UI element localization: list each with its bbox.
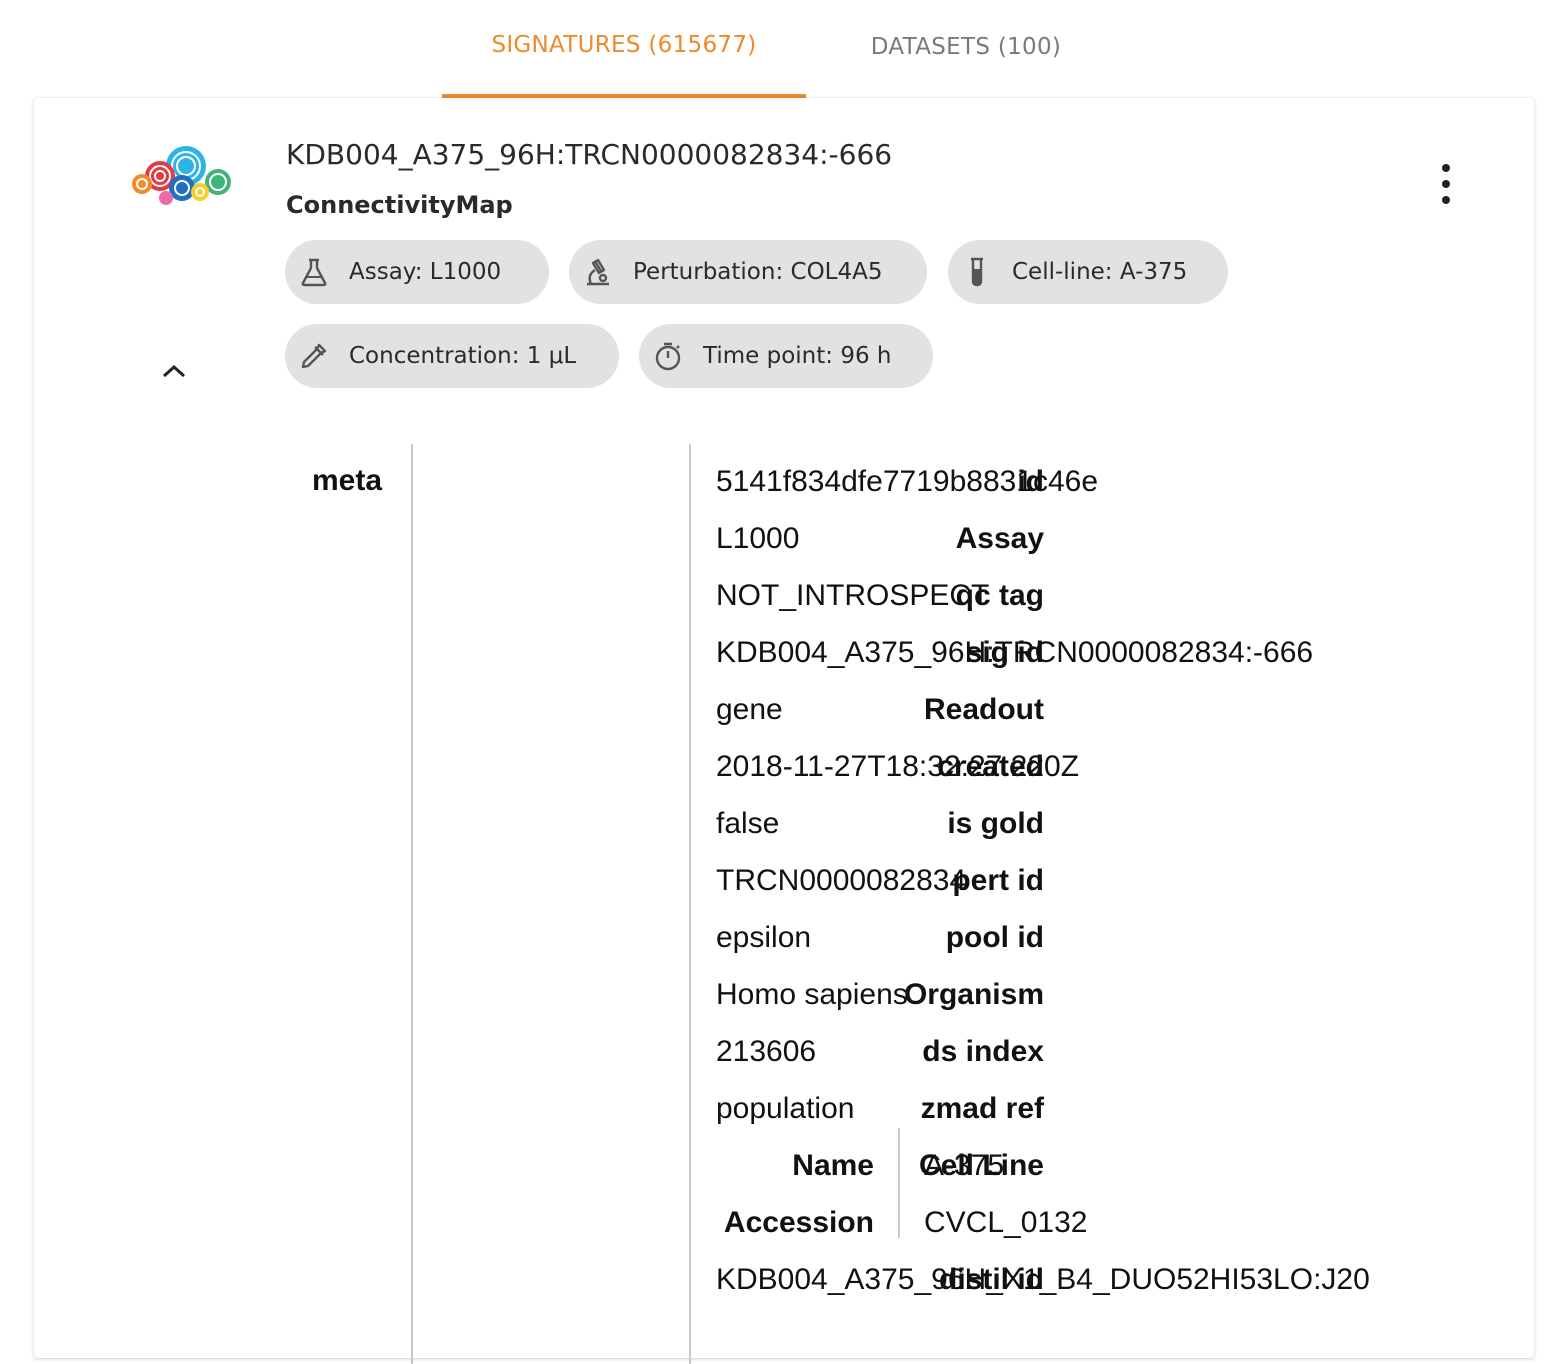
meta-value: epsilon [716,921,812,954]
cell-line-key: Name [792,1149,874,1182]
meta-key: pool id [945,921,1044,954]
meta-row-sig-id: sig id KDB004_A375_96H:TRCN0000082834:-6… [414,636,1514,693]
tab-signatures[interactable]: SIGNATURES (615677) [442,0,806,98]
meta-value: 213606 [716,1035,817,1068]
chip-label: Concentration: 1 μL [349,343,577,369]
meta-row-pool-id: pool id epsilon [414,921,1514,978]
cell-line-value: CVCL_0132 [924,1206,1088,1239]
meta-value: 5141f834dfe7719b8831c46e [716,465,1099,498]
chip-label: Assay: L1000 [349,259,502,285]
cell-line-key: Accession [723,1206,874,1239]
chip-label: Time point: 96 h [703,343,892,369]
connectivitymap-logo [130,142,234,212]
meta-row-zmad-ref: zmad ref population [414,1092,1514,1149]
tab-datasets[interactable]: DATASETS (100) [806,0,1126,98]
chip-label: Cell-line: A-375 [1012,259,1188,285]
meta-value: Homo sapiens [716,978,908,1011]
meta-section-label: meta [312,464,383,497]
chip-time-point[interactable]: Time point: 96 h [639,324,933,388]
signature-title: KDB004_A375_96H:TRCN0000082834:-666 [286,138,893,171]
chevron-up-icon [162,364,186,378]
meta-row-pert-id: pert id TRCN0000082834 [414,864,1514,921]
meta-value: gene [716,693,783,726]
pipette-icon [299,341,329,371]
chip-cell-line[interactable]: Cell-line: A-375 [948,240,1228,304]
meta-key: Assay [955,522,1044,555]
meta-divider [411,444,413,1364]
meta-value: KDB004_A375_96H:TRCN0000082834:-666 [716,636,1314,669]
meta-row-ds-index: ds index 213606 [414,1035,1514,1092]
chip-assay[interactable]: Assay: L1000 [285,240,549,304]
meta-value: 2018-11-27T18:32:27.220Z [716,750,1080,783]
flask-icon [299,257,329,287]
collapse-button[interactable] [156,356,192,386]
meta-row-assay: Assay L1000 [414,522,1514,579]
more-options-icon[interactable] [1434,164,1458,204]
meta-row-qc-tag: qc tag NOT_INTROSPECT [414,579,1514,636]
meta-value: TRCN0000082834 [716,864,967,897]
chip-perturbation[interactable]: Perturbation: COL4A5 [569,240,927,304]
meta-row-readout: Readout gene [414,693,1514,750]
chip-label: Perturbation: COL4A5 [633,259,883,285]
meta-row-distil-id: distil id KDB004_A375_96H_X1_B4_DUO52HI5… [414,1263,1514,1320]
signature-card: KDB004_A375_96H:TRCN0000082834:-666 Conn… [34,98,1534,1364]
meta-row-is-gold: is gold false [414,807,1514,864]
tab-bar: SIGNATURES (615677) DATASETS (100) [442,0,1126,98]
test-tube-icon [962,257,992,287]
meta-row-created: created 2018-11-27T18:32:27.220Z [414,750,1514,807]
meta-key: Readout [924,693,1044,726]
meta-key: is gold [947,807,1044,840]
meta-value: NOT_INTROSPECT [716,579,990,612]
meta-key: ds index [922,1035,1044,1068]
meta-value: false [716,807,780,840]
microscope-icon [583,257,613,287]
meta-value: population [716,1092,855,1125]
chip-concentration[interactable]: Concentration: 1 μL [285,324,619,388]
meta-row-id: id 5141f834dfe7719b8831c46e [414,465,1514,522]
timer-icon [653,341,683,371]
library-name: ConnectivityMap [286,191,513,219]
cell-line-value: A-375 [924,1149,1005,1182]
meta-row-organism: Organism Homo sapiens [414,978,1514,1035]
meta-value: L1000 [716,522,800,555]
meta-value: KDB004_A375_96H_X1_B4_DUO52HI53LO:J20 [716,1263,1370,1296]
